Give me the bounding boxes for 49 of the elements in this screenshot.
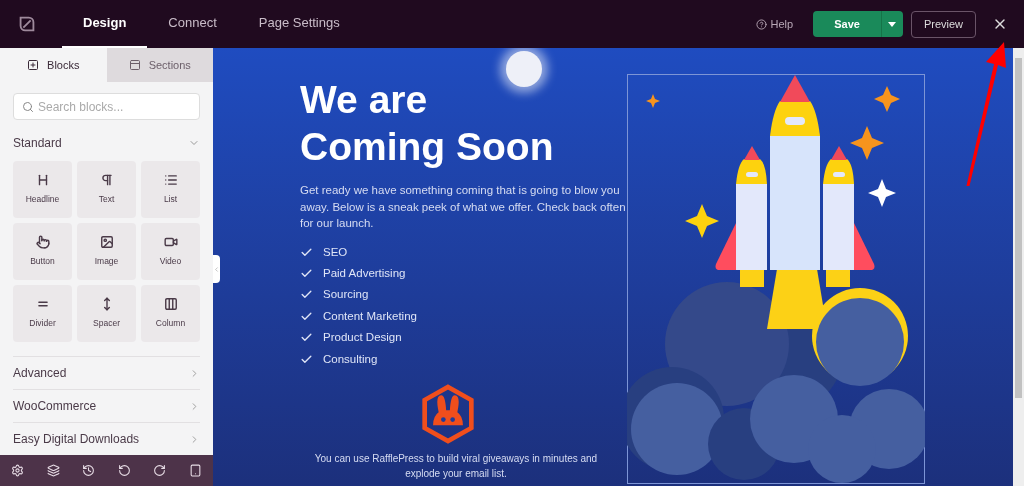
search-input[interactable]: Search blocks... xyxy=(38,97,191,116)
pointer-hand-icon xyxy=(35,235,50,250)
feature-text: Paid Advertising xyxy=(323,265,406,281)
intro-paragraph: Get ready we have something coming that is going to blow you away. Below is a sneak peek of what we offer. Check back often for our launch. xyxy=(300,183,627,231)
image-icon xyxy=(99,235,114,250)
feature-text: Product Design xyxy=(323,330,402,346)
top-tab[interactable]: Connect xyxy=(147,0,238,48)
search-icon xyxy=(22,100,34,113)
collapse-handle[interactable] xyxy=(213,255,220,283)
block-tile[interactable]: Text xyxy=(77,161,136,219)
help-link[interactable]: Help xyxy=(755,15,794,33)
list-icon xyxy=(163,173,178,188)
block-tile[interactable]: Divider xyxy=(13,285,72,343)
footer-text: You can use RafflePress to build viral giveaways in minutes and explode your email list. xyxy=(313,451,599,481)
block-tile[interactable]: List xyxy=(141,161,200,219)
search-field[interactable]: Search blocks... xyxy=(13,93,200,121)
section-header[interactable]: Standard xyxy=(13,134,200,153)
bunny-hexagon-logo-icon xyxy=(420,383,476,444)
scrollbar-thumb[interactable] xyxy=(1015,58,1022,398)
history-button[interactable] xyxy=(82,464,96,478)
block-tile[interactable]: Headline xyxy=(13,161,72,219)
top-tab[interactable]: Page Settings xyxy=(237,0,361,48)
block-tile[interactable]: Spacer xyxy=(77,285,136,343)
block-tile[interactable]: Column xyxy=(141,285,200,343)
columns-icon xyxy=(163,297,178,312)
moon-drawing xyxy=(506,51,542,87)
help-icon xyxy=(755,18,767,30)
scrollbar[interactable] xyxy=(1013,48,1024,486)
layers-button[interactable] xyxy=(46,464,60,478)
redo-button[interactable] xyxy=(153,464,167,478)
feature-text: Content Marketing xyxy=(323,308,417,324)
preview-button[interactable]: Preview xyxy=(910,10,976,38)
block-tile[interactable]: Image xyxy=(77,223,136,281)
feature-text: SEO xyxy=(323,244,348,260)
feature-text: Consulting xyxy=(323,351,378,367)
category-row[interactable]: WooCommerce xyxy=(13,389,200,423)
caret-icon xyxy=(888,21,897,27)
block-tile[interactable]: Video xyxy=(141,223,200,281)
add-block-icon xyxy=(27,59,40,72)
tablet-button[interactable] xyxy=(188,464,202,478)
sidebar-tab[interactable]: Sections xyxy=(106,48,213,83)
section-icon xyxy=(128,59,141,72)
settings-button[interactable] xyxy=(11,464,25,478)
undo-button[interactable] xyxy=(117,464,131,478)
category-row[interactable]: Advanced xyxy=(13,356,200,390)
block-tile[interactable]: Button xyxy=(13,223,72,281)
feature-text: Sourcing xyxy=(323,287,369,303)
page-heading: We are Coming Soon xyxy=(300,77,555,170)
pilcrow-icon xyxy=(99,173,114,188)
